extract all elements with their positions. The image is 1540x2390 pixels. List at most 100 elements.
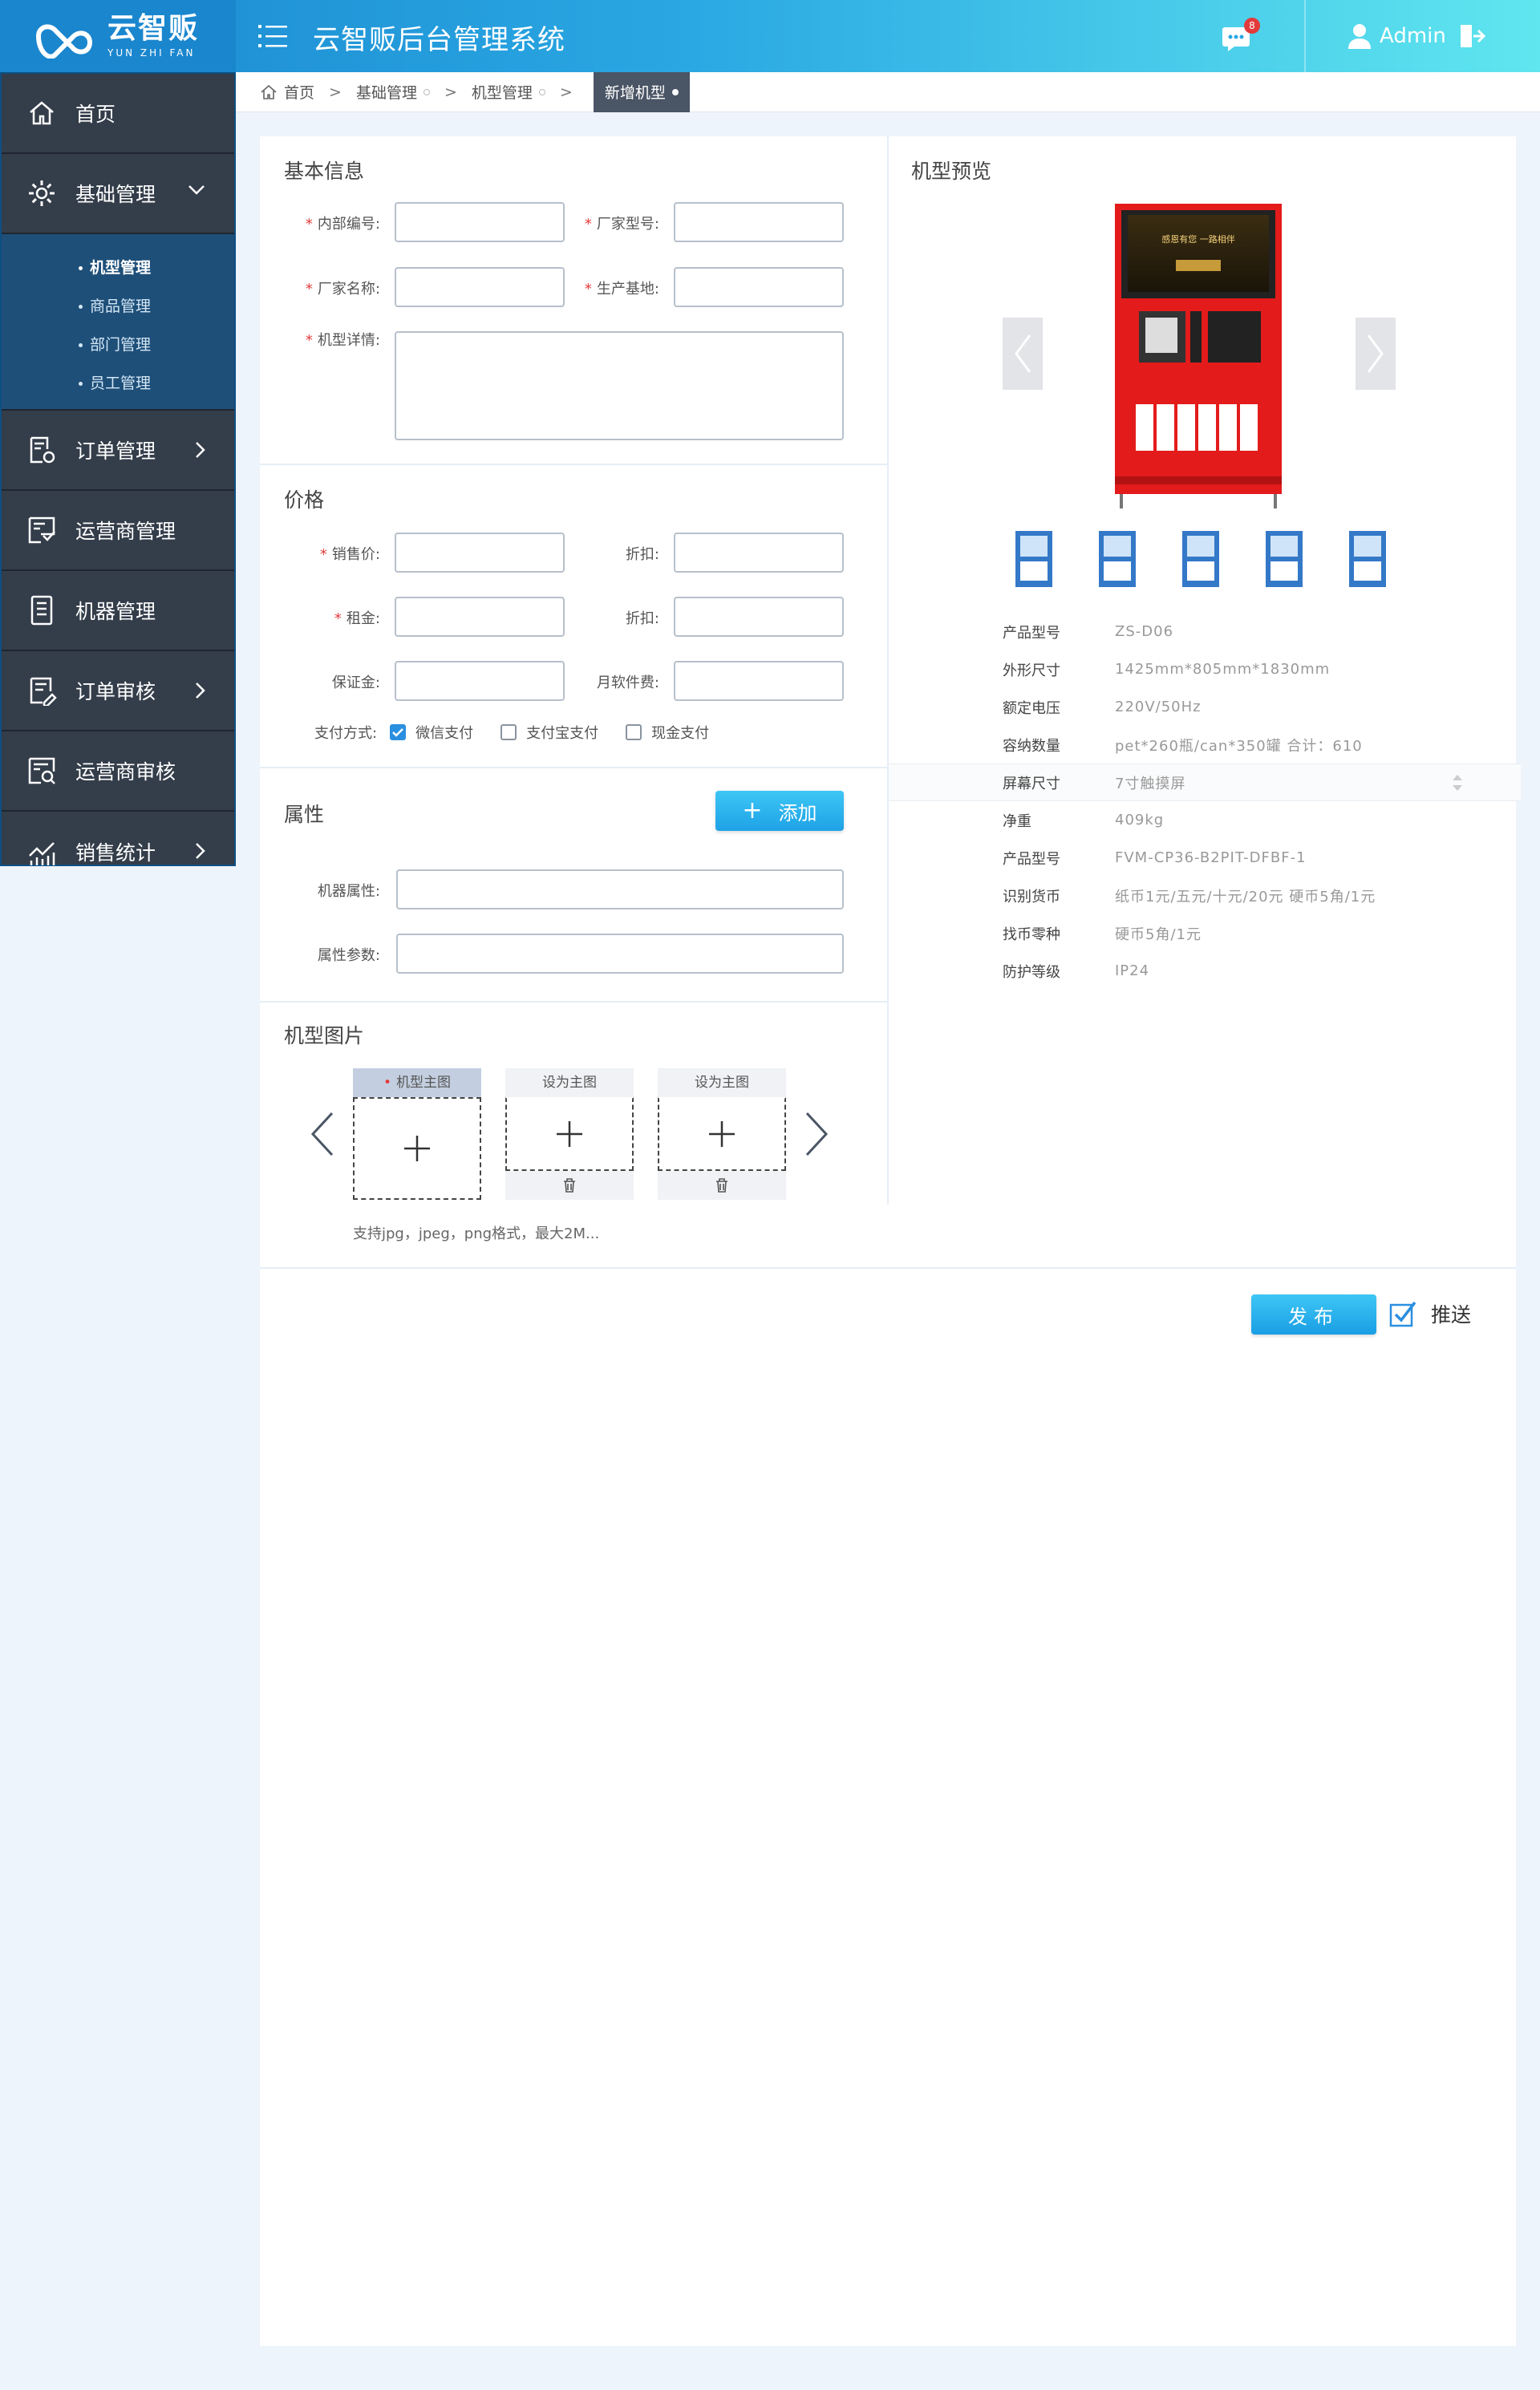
- sidebar-item-label: 机器管理: [75, 600, 156, 623]
- section-title-price: 价格: [284, 488, 325, 512]
- sub-item-model-manage[interactable]: 机型管理: [2, 249, 234, 287]
- breadcrumb-basic[interactable]: 基础管理 >: [356, 81, 472, 103]
- publish-button[interactable]: 发布: [1251, 1294, 1376, 1335]
- discount-1-input[interactable]: [674, 533, 844, 573]
- label-internal-no: * 内部编号:: [305, 216, 380, 233]
- delete-image-button[interactable]: [658, 1171, 786, 1200]
- machine-attr-input[interactable]: [396, 869, 844, 909]
- add-attribute-button[interactable]: + 添加: [715, 791, 844, 831]
- sidebar-item-order-audit[interactable]: 订单审核: [2, 651, 234, 731]
- sidebar-item-sales-stats[interactable]: 销售统计: [2, 812, 234, 892]
- payment-methods: 支付方式: 微信支付 支付宝支付 现金支付: [308, 722, 736, 743]
- thumbnail-3[interactable]: [1176, 529, 1226, 589]
- section-title-preview: 机型预览: [911, 160, 992, 183]
- divider: [260, 767, 887, 768]
- set-main-button[interactable]: 设为主图: [658, 1068, 786, 1097]
- trash-icon: [564, 1178, 575, 1193]
- spec-row: 额定电压 220V/50Hz: [1003, 699, 1202, 717]
- pay-option-wechat[interactable]: 微信支付: [390, 722, 473, 743]
- sales-chart-icon: [29, 842, 55, 865]
- audit-icon: [30, 677, 57, 706]
- user-menu[interactable]: Admin: [1348, 19, 1494, 53]
- sub-item-staff-manage[interactable]: 员工管理: [2, 364, 234, 403]
- sidebar-item-machines[interactable]: 机器管理: [2, 571, 234, 651]
- user-icon: [1348, 24, 1371, 49]
- chevron-right-icon[interactable]: [804, 1112, 829, 1157]
- upload-main-image[interactable]: [353, 1097, 481, 1200]
- sidebar-item-operator-audit[interactable]: 运营商审核: [2, 731, 234, 812]
- chevron-right-icon: [196, 442, 205, 458]
- spec-row: 找币零种 硬币5角/1元: [1003, 926, 1202, 943]
- upload-image-2[interactable]: [505, 1097, 634, 1171]
- spec-row: 识别货币 纸币1元/五元/十元/20元 硬币5角/1元: [1003, 888, 1376, 905]
- checkbox-checked-icon: [1389, 1301, 1416, 1327]
- sort-icon: [1453, 775, 1462, 791]
- discount-2-input[interactable]: [674, 597, 844, 637]
- set-main-button[interactable]: 设为主图: [505, 1068, 634, 1097]
- logout-icon[interactable]: [1459, 23, 1486, 49]
- message-count-badge: 8: [1244, 18, 1260, 34]
- brand-name-en: YUN ZHI FAN: [107, 47, 196, 59]
- plus-icon: +: [742, 796, 763, 824]
- label-monthly-fee: 月软件费:: [596, 674, 659, 691]
- attr-param-input[interactable]: [396, 934, 844, 974]
- brand-logo[interactable]: 云智贩 YUN ZHI FAN: [0, 0, 236, 72]
- sub-item-dept-manage[interactable]: 部门管理: [2, 326, 234, 364]
- detail-textarea[interactable]: [395, 331, 844, 440]
- base-input[interactable]: [674, 267, 844, 307]
- breadcrumb-home[interactable]: 首页 >: [260, 81, 356, 103]
- maker-model-input[interactable]: [674, 202, 844, 242]
- delete-image-button[interactable]: [505, 1171, 634, 1200]
- home-icon: [30, 101, 54, 125]
- upload-image-3[interactable]: [658, 1097, 786, 1171]
- breadcrumb: 首页 > 基础管理 > 机型管理 > 新增机型: [236, 71, 1540, 112]
- sidebar-item-orders[interactable]: 订单管理: [2, 411, 234, 491]
- breadcrumb-model[interactable]: 机型管理 >: [472, 81, 587, 103]
- checkbox-checked-icon: [390, 724, 407, 740]
- plus-icon: [404, 1136, 430, 1161]
- order-settings-icon: [30, 436, 55, 464]
- chevron-left-icon[interactable]: [310, 1112, 335, 1157]
- brand-name: 云智贩: [107, 12, 200, 45]
- sidebar-item-label: 运营商管理: [75, 520, 176, 543]
- spec-row: 产品型号 FVM-CP36-B2PIT-DFBF-1: [1003, 849, 1307, 868]
- section-title-attrs: 属性: [284, 803, 325, 826]
- sub-item-goods-manage[interactable]: 商品管理: [2, 287, 234, 326]
- infinity-logo-icon: [35, 24, 93, 59]
- label-maker-model: * 厂家型号:: [584, 216, 659, 233]
- image-card-2: 设为主图: [505, 1068, 634, 1200]
- image-card-3: 设为主图: [658, 1068, 786, 1200]
- breadcrumb-current[interactable]: 新增机型: [593, 71, 690, 112]
- pay-option-cash[interactable]: 现金支付: [626, 722, 709, 743]
- main-image-label: • 机型主图: [353, 1068, 481, 1097]
- preview-prev-button[interactable]: [1003, 318, 1043, 390]
- section-title-images: 机型图片: [284, 1024, 365, 1047]
- spec-row-hover[interactable]: 屏幕尺寸 7寸触摸屏: [889, 764, 1521, 801]
- menu-toggle-icon[interactable]: [258, 22, 287, 50]
- home-icon: [261, 84, 277, 99]
- label-detail: * 机型详情:: [305, 332, 380, 349]
- label-maker-name: * 厂家名称:: [305, 281, 380, 298]
- label-sale-price: * 销售价:: [319, 546, 380, 563]
- vending-machine-image: 感恩有您 一路相伴: [1115, 204, 1282, 508]
- preview-next-button[interactable]: [1356, 318, 1396, 390]
- label-base: * 生产基地:: [584, 281, 659, 298]
- thumbnail-4[interactable]: [1259, 529, 1309, 589]
- image-card-main: • 机型主图: [353, 1068, 481, 1200]
- thumbnail-1[interactable]: [1009, 529, 1059, 589]
- thumbnail-2[interactable]: [1092, 529, 1142, 589]
- thumbnail-5[interactable]: [1343, 529, 1392, 589]
- chevron-right-icon: [1367, 334, 1384, 373]
- pay-option-alipay[interactable]: 支付宝支付: [500, 722, 598, 743]
- sidebar-item-home[interactable]: 首页: [2, 74, 234, 154]
- sidebar-item-basic[interactable]: 基础管理: [2, 154, 234, 234]
- content-card: 基本信息 * 内部编号: * 厂家型号: * 厂家名称: * 生产基地: * 机型详情: …: [260, 136, 1521, 2346]
- operator-icon: [28, 516, 55, 544]
- push-checkbox[interactable]: 推送: [1389, 1299, 1471, 1328]
- app-title: 云智贩后台管理系统: [313, 24, 565, 56]
- monthly-fee-input[interactable]: [674, 661, 844, 701]
- sidebar: 首页 基础管理 机型管理 商品管理 部门管理 员工管理 订单管理 运营商管理 机…: [0, 72, 236, 866]
- sidebar-item-operators[interactable]: 运营商管理: [2, 491, 234, 571]
- sidebar-item-label: 销售统计: [75, 841, 156, 865]
- machine-icon: [30, 595, 53, 626]
